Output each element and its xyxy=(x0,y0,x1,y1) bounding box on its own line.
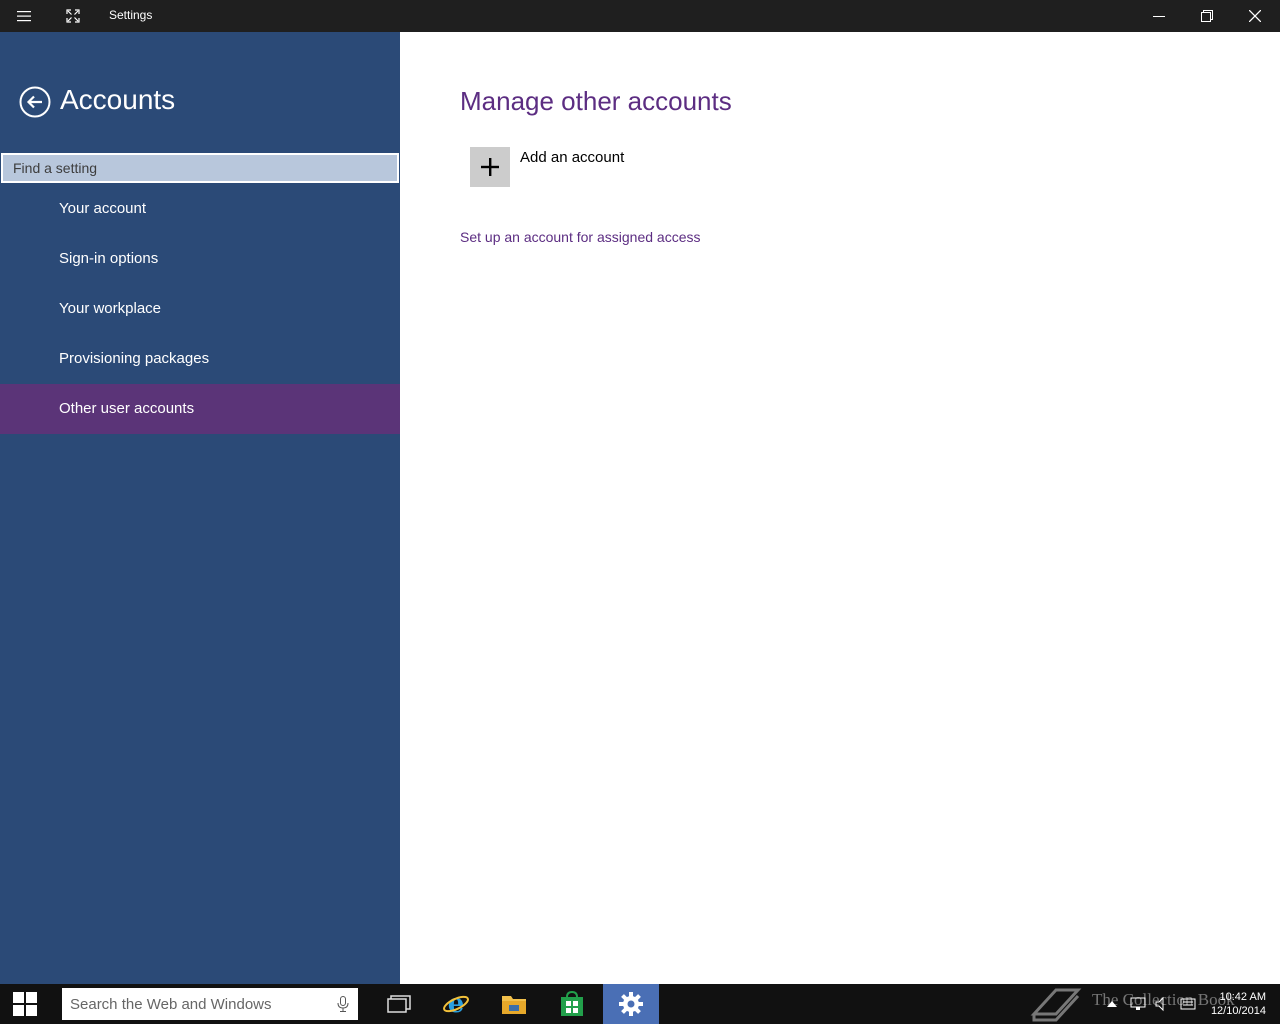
task-view-button[interactable] xyxy=(371,984,427,1024)
microphone-icon[interactable] xyxy=(336,996,350,1012)
sidebar-item-your-account[interactable]: Your account xyxy=(0,184,400,234)
internet-explorer-button[interactable]: e xyxy=(428,984,484,1024)
sidebar-item-label: Your workplace xyxy=(59,300,162,317)
close-icon xyxy=(1249,10,1261,22)
clock-time: 10:42 AM xyxy=(1219,991,1266,1003)
assigned-access-link[interactable]: Set up an account for assigned access xyxy=(460,229,700,245)
add-account-button[interactable] xyxy=(470,147,510,187)
find-setting-input[interactable] xyxy=(1,153,399,183)
sidebar-item-other-user-accounts[interactable]: Other user accounts xyxy=(0,384,400,434)
back-arrow-icon xyxy=(19,86,51,118)
add-account-label[interactable]: Add an account xyxy=(520,149,624,166)
action-center-icon[interactable] xyxy=(1180,996,1196,1012)
svg-text:e: e xyxy=(448,990,465,1018)
internet-explorer-icon: e xyxy=(443,990,469,1018)
plus-icon xyxy=(481,158,499,176)
sidebar-title: Accounts xyxy=(60,84,176,115)
sidebar-item-provisioning-packages[interactable]: Provisioning packages xyxy=(0,334,400,384)
network-icon[interactable] xyxy=(1130,996,1146,1012)
minimize-button[interactable] xyxy=(1136,0,1182,32)
restore-button[interactable] xyxy=(1184,0,1230,32)
sidebar-item-sign-in-options[interactable]: Sign-in options xyxy=(0,234,400,284)
sidebar-item-label: Provisioning packages xyxy=(59,350,210,367)
start-button[interactable] xyxy=(0,984,50,1024)
task-view-icon xyxy=(387,995,411,1013)
file-explorer-button[interactable] xyxy=(486,984,542,1024)
folder-icon xyxy=(502,996,526,1014)
volume-icon[interactable] xyxy=(1154,996,1170,1012)
taskbar-search-box[interactable] xyxy=(62,988,358,1020)
close-button[interactable] xyxy=(1232,0,1278,32)
minimize-icon xyxy=(1153,16,1165,17)
book-logo-icon xyxy=(1030,988,1082,1022)
sidebar-item-your-workplace[interactable]: Your workplace xyxy=(0,284,400,334)
gear-icon xyxy=(619,992,643,1016)
page-title: Manage other accounts xyxy=(460,86,732,116)
store-button[interactable] xyxy=(544,984,600,1024)
store-icon xyxy=(561,991,583,1016)
clock-date: 12/10/2014 xyxy=(1210,1005,1266,1017)
sidebar-item-label: Sign-in options xyxy=(59,250,159,267)
settings-app-button[interactable] xyxy=(603,984,659,1024)
chevron-up-icon[interactable] xyxy=(1104,996,1120,1012)
back-button[interactable] xyxy=(19,86,51,118)
windows-logo-icon xyxy=(13,992,37,1016)
taskbar-search-input[interactable] xyxy=(62,988,324,1020)
sidebar: Accounts Your account Sign-in options Yo… xyxy=(0,32,400,984)
taskbar: e xyxy=(0,984,1280,1024)
sidebar-item-label: Your account xyxy=(59,200,147,217)
restore-icon xyxy=(1201,10,1213,22)
sidebar-item-label: Other user accounts xyxy=(59,400,195,417)
system-clock[interactable]: 10:42 AM 12/10/2014 xyxy=(1211,990,1266,1018)
